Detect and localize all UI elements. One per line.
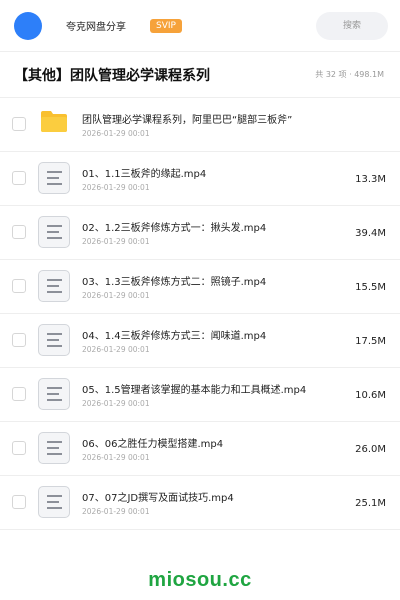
file-size: 15.5M	[355, 281, 386, 293]
file-date: 2026-01-29 00:01	[82, 237, 150, 246]
app-title: 夸克网盘分享	[66, 22, 126, 33]
file-size: 25.1M	[355, 497, 386, 509]
row-checkbox[interactable]	[12, 495, 26, 509]
svip-badge: SVIP	[150, 18, 182, 33]
list-item[interactable]: 团队管理必学课程系列，阿里巴巴“腿部三板斧” 2026-01-29 00:01	[0, 98, 400, 152]
list-item[interactable]: 07、07之JD撰写及面试技巧.mp4 2026-01-29 00:01 25.…	[0, 476, 400, 530]
page-title: 【其他】团队管理必学课程系列	[14, 67, 210, 84]
file-date: 2026-01-29 00:01	[82, 291, 150, 300]
document-icon	[38, 378, 70, 410]
file-date: 2026-01-29 00:01	[82, 183, 150, 192]
folder-icon	[41, 111, 67, 132]
file-name: 03、1.3三板斧修炼方式二：照镜子.mp4	[82, 277, 267, 288]
avatar[interactable]	[14, 11, 42, 40]
document-icon	[38, 432, 70, 464]
file-size: 13.3M	[355, 173, 386, 185]
list-item[interactable]: 05、1.5管理者该掌握的基本能力和工具概述.mp4 2026-01-29 00…	[0, 368, 400, 422]
row-checkbox[interactable]	[12, 333, 26, 347]
list-item[interactable]: 01、1.1三板斧的缘起.mp4 2026-01-29 00:01 13.3M	[0, 152, 400, 206]
search-input[interactable]	[316, 12, 388, 40]
file-size: 39.4M	[355, 227, 386, 239]
file-name: 团队管理必学课程系列，阿里巴巴“腿部三板斧”	[82, 115, 293, 126]
row-checkbox[interactable]	[12, 441, 26, 455]
file-date: 2026-01-29 00:01	[82, 399, 150, 408]
file-size: 26.0M	[355, 443, 386, 455]
document-icon	[38, 486, 70, 518]
row-checkbox[interactable]	[12, 225, 26, 239]
file-size: 17.5M	[355, 335, 386, 347]
folder-title-bar: 【其他】团队管理必学课程系列 共 32 项 · 498.1M	[0, 52, 400, 98]
document-icon	[38, 162, 70, 194]
document-icon	[38, 216, 70, 248]
document-icon	[38, 324, 70, 356]
file-date: 2026-01-29 00:01	[82, 453, 150, 462]
file-name: 01、1.1三板斧的缘起.mp4	[82, 169, 207, 180]
row-checkbox[interactable]	[12, 279, 26, 293]
file-name: 07、07之JD撰写及面试技巧.mp4	[82, 493, 234, 504]
file-date: 2026-01-29 00:01	[82, 129, 150, 138]
watermark: miosou.cc	[148, 569, 252, 591]
file-name: 04、1.4三板斧修炼方式三：闻味道.mp4	[82, 331, 267, 342]
share-page: 夸克网盘分享 SVIP 【其他】团队管理必学课程系列 共 32 项 · 498.…	[0, 0, 400, 600]
list-item[interactable]: 06、06之胜任力模型搭建.mp4 2026-01-29 00:01 26.0M	[0, 422, 400, 476]
list-item[interactable]: 03、1.3三板斧修炼方式二：照镜子.mp4 2026-01-29 00:01 …	[0, 260, 400, 314]
file-list: 团队管理必学课程系列，阿里巴巴“腿部三板斧” 2026-01-29 00:01 …	[0, 98, 400, 530]
file-date: 2026-01-29 00:01	[82, 345, 150, 354]
row-checkbox[interactable]	[12, 387, 26, 401]
row-checkbox[interactable]	[12, 117, 26, 131]
file-name: 06、06之胜任力模型搭建.mp4	[82, 439, 224, 450]
file-size: 10.6M	[355, 389, 386, 401]
document-icon	[38, 270, 70, 302]
file-name: 02、1.2三板斧修炼方式一：揪头发.mp4	[82, 223, 267, 234]
folder-meta: 共 32 项 · 498.1M	[315, 70, 384, 79]
list-item[interactable]: 04、1.4三板斧修炼方式三：闻味道.mp4 2026-01-29 00:01 …	[0, 314, 400, 368]
list-item[interactable]: 02、1.2三板斧修炼方式一：揪头发.mp4 2026-01-29 00:01 …	[0, 206, 400, 260]
file-date: 2026-01-29 00:01	[82, 507, 150, 516]
header: 夸克网盘分享 SVIP	[0, 0, 400, 52]
file-name: 05、1.5管理者该掌握的基本能力和工具概述.mp4	[82, 385, 307, 396]
row-checkbox[interactable]	[12, 171, 26, 185]
